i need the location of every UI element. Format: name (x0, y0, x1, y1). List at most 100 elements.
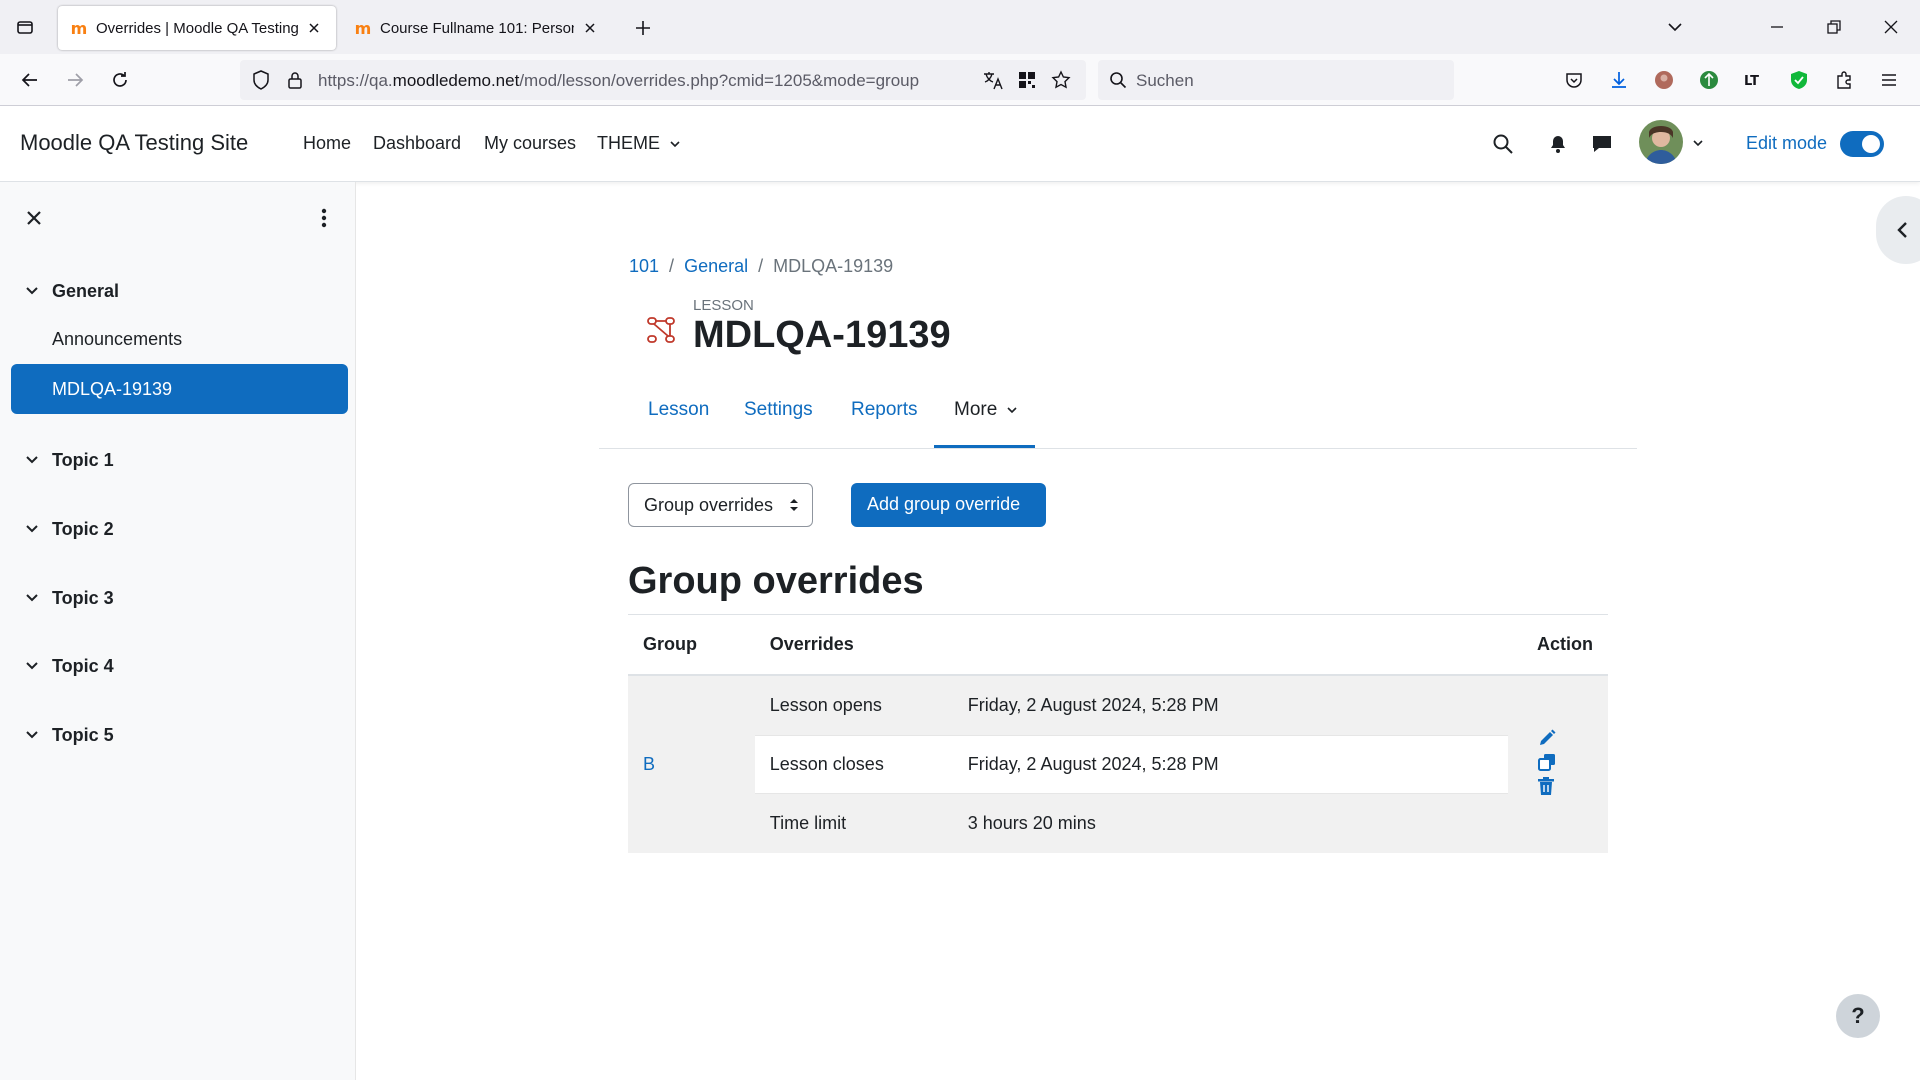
module-type-label: LESSON (693, 297, 754, 314)
section-topic-5[interactable]: Topic 5 (22, 720, 114, 750)
chevron-down-icon[interactable] (22, 519, 42, 539)
nav-home[interactable]: Home (303, 133, 351, 154)
section-title: Topic 1 (52, 449, 114, 470)
section-general[interactable]: General (22, 276, 119, 306)
pocket-icon[interactable] (1558, 64, 1590, 96)
nav-my-courses[interactable]: My courses (484, 133, 576, 154)
minimize-window-icon[interactable] (1761, 11, 1793, 43)
column-header-action: Action (1522, 614, 1608, 676)
search-icon[interactable] (1487, 128, 1519, 160)
chevron-down-icon[interactable] (22, 656, 42, 676)
section-topic-2[interactable]: Topic 2 (22, 514, 114, 544)
chevron-down-icon[interactable] (22, 588, 42, 608)
edit-mode-label: Edit mode (1746, 133, 1828, 153)
forward-icon[interactable] (59, 64, 91, 96)
translate-icon[interactable] (982, 69, 1004, 91)
bookmark-star-icon[interactable] (1050, 69, 1072, 91)
tab-title: Course Fullname 101: Personal pages (380, 19, 574, 37)
close-window-icon[interactable] (1875, 11, 1907, 43)
activity-selected[interactable]: MDLQA-19139 (11, 364, 348, 414)
chevron-down-icon (1006, 404, 1018, 416)
qr-code-icon[interactable] (1016, 69, 1038, 91)
secondary-navigation: Lesson Settings Reports More (599, 381, 1637, 449)
tab-title: Overrides | Moodle QA Testing Site (96, 19, 298, 37)
chevron-down-icon[interactable] (22, 725, 42, 745)
tab-overview-icon[interactable] (9, 11, 41, 43)
tab-settings[interactable]: Settings (744, 399, 813, 421)
edit-pencil-icon[interactable] (1537, 728, 1561, 752)
shield-extension-icon[interactable] (1783, 64, 1815, 96)
section-title: Topic 3 (52, 587, 114, 608)
user-menu-chevron-icon[interactable] (1691, 136, 1705, 150)
downloads-icon[interactable] (1603, 64, 1635, 96)
tab-lesson[interactable]: Lesson (648, 399, 709, 421)
close-tab-icon[interactable] (580, 18, 600, 38)
restore-window-icon[interactable] (1818, 11, 1850, 43)
section-topic-1[interactable]: Topic 1 (22, 445, 114, 475)
lock-icon[interactable] (284, 69, 306, 91)
override-type-select[interactable]: Group overrides (628, 483, 813, 527)
messages-chat-icon[interactable] (1586, 128, 1618, 160)
languagetool-icon[interactable]: LT (1738, 64, 1770, 96)
user-avatar[interactable] (1639, 120, 1683, 164)
copy-duplicate-icon[interactable] (1537, 752, 1561, 776)
breadcrumb: 101/General / MDLQA-19139 (629, 256, 894, 276)
tab-more[interactable]: More (954, 399, 1018, 421)
nav-theme-label: THEME (597, 133, 660, 153)
breadcrumb-course[interactable]: 101 (629, 256, 659, 276)
override-name: Time limit (769, 812, 847, 833)
extensions-puzzle-icon[interactable] (1828, 64, 1860, 96)
browser-search-bar[interactable]: Suchen (1098, 60, 1454, 100)
chevron-down-icon (669, 138, 681, 150)
nav-dashboard[interactable]: Dashboard (373, 133, 461, 154)
chevron-down-icon[interactable] (22, 450, 42, 470)
actions-cell (1522, 674, 1608, 853)
section-title: Topic 4 (52, 655, 114, 676)
add-group-override-button[interactable]: Add group override (851, 483, 1046, 527)
url-bar[interactable]: https://qa.moodledemo.net/mod/lesson/ove… (240, 60, 1086, 100)
app-menu-icon[interactable] (1873, 64, 1905, 96)
browser-tab-overrides[interactable]: m Overrides | Moodle QA Testing Site (58, 6, 336, 50)
group-link[interactable]: B (643, 754, 655, 774)
column-header-overrides: Overrides (754, 614, 1522, 676)
reload-icon[interactable] (104, 64, 136, 96)
breadcrumb-current: MDLQA-19139 (773, 256, 894, 276)
search-placeholder: Suchen (1136, 71, 1194, 90)
notifications-bell-icon[interactable] (1542, 128, 1574, 160)
section-title: General (52, 280, 120, 301)
chevron-left-icon (1892, 220, 1912, 240)
section-topic-4[interactable]: Topic 4 (22, 651, 114, 681)
course-index-drawer: General Announcements MDLQA-19139 Topic … (0, 182, 356, 1080)
edit-mode-toggle[interactable] (1840, 131, 1884, 157)
breadcrumb-section[interactable]: General (684, 256, 748, 276)
section-title: Topic 2 (52, 518, 114, 539)
list-all-tabs-icon[interactable] (1659, 11, 1691, 43)
browser-navigation-bar: https://qa.moodledemo.net/mod/lesson/ove… (0, 54, 1920, 106)
close-icon[interactable] (20, 204, 48, 232)
extension-avatar-icon[interactable] (1648, 64, 1680, 96)
override-value: 3 hours 20 mins (967, 812, 1096, 833)
extension-green-icon[interactable] (1693, 64, 1725, 96)
browser-tab-bar: m Overrides | Moodle QA Testing Site m C… (0, 0, 1920, 54)
nav-theme[interactable]: THEME (597, 133, 681, 154)
activity-announcements[interactable]: Announcements (52, 329, 182, 350)
kebab-menu-icon[interactable] (310, 204, 338, 232)
new-tab-icon[interactable] (627, 12, 659, 44)
moodle-favicon-icon: m (354, 18, 372, 38)
tab-reports[interactable]: Reports (851, 399, 918, 421)
section-topic-3[interactable]: Topic 3 (22, 583, 114, 613)
override-row: Time limit 3 hours 20 mins (755, 794, 1522, 853)
browser-tab-course[interactable]: m Course Fullname 101: Personal pages (342, 6, 612, 50)
site-name[interactable]: Moodle QA Testing Site (20, 130, 248, 156)
chevron-down-icon[interactable] (22, 281, 42, 301)
tracking-shield-icon[interactable] (250, 69, 272, 91)
section-heading: Group overrides (628, 560, 924, 602)
section-title: Topic 5 (52, 724, 114, 745)
close-tab-icon[interactable] (304, 18, 324, 38)
overrides-table: Group Overrides Action B Lesson opens Fr… (628, 614, 1608, 853)
back-icon[interactable] (14, 64, 46, 96)
delete-trash-icon[interactable] (1537, 776, 1561, 800)
block-drawer-toggle[interactable] (1876, 196, 1920, 264)
svg-text:LT: LT (1744, 74, 1759, 89)
help-button[interactable]: ? (1836, 994, 1880, 1038)
